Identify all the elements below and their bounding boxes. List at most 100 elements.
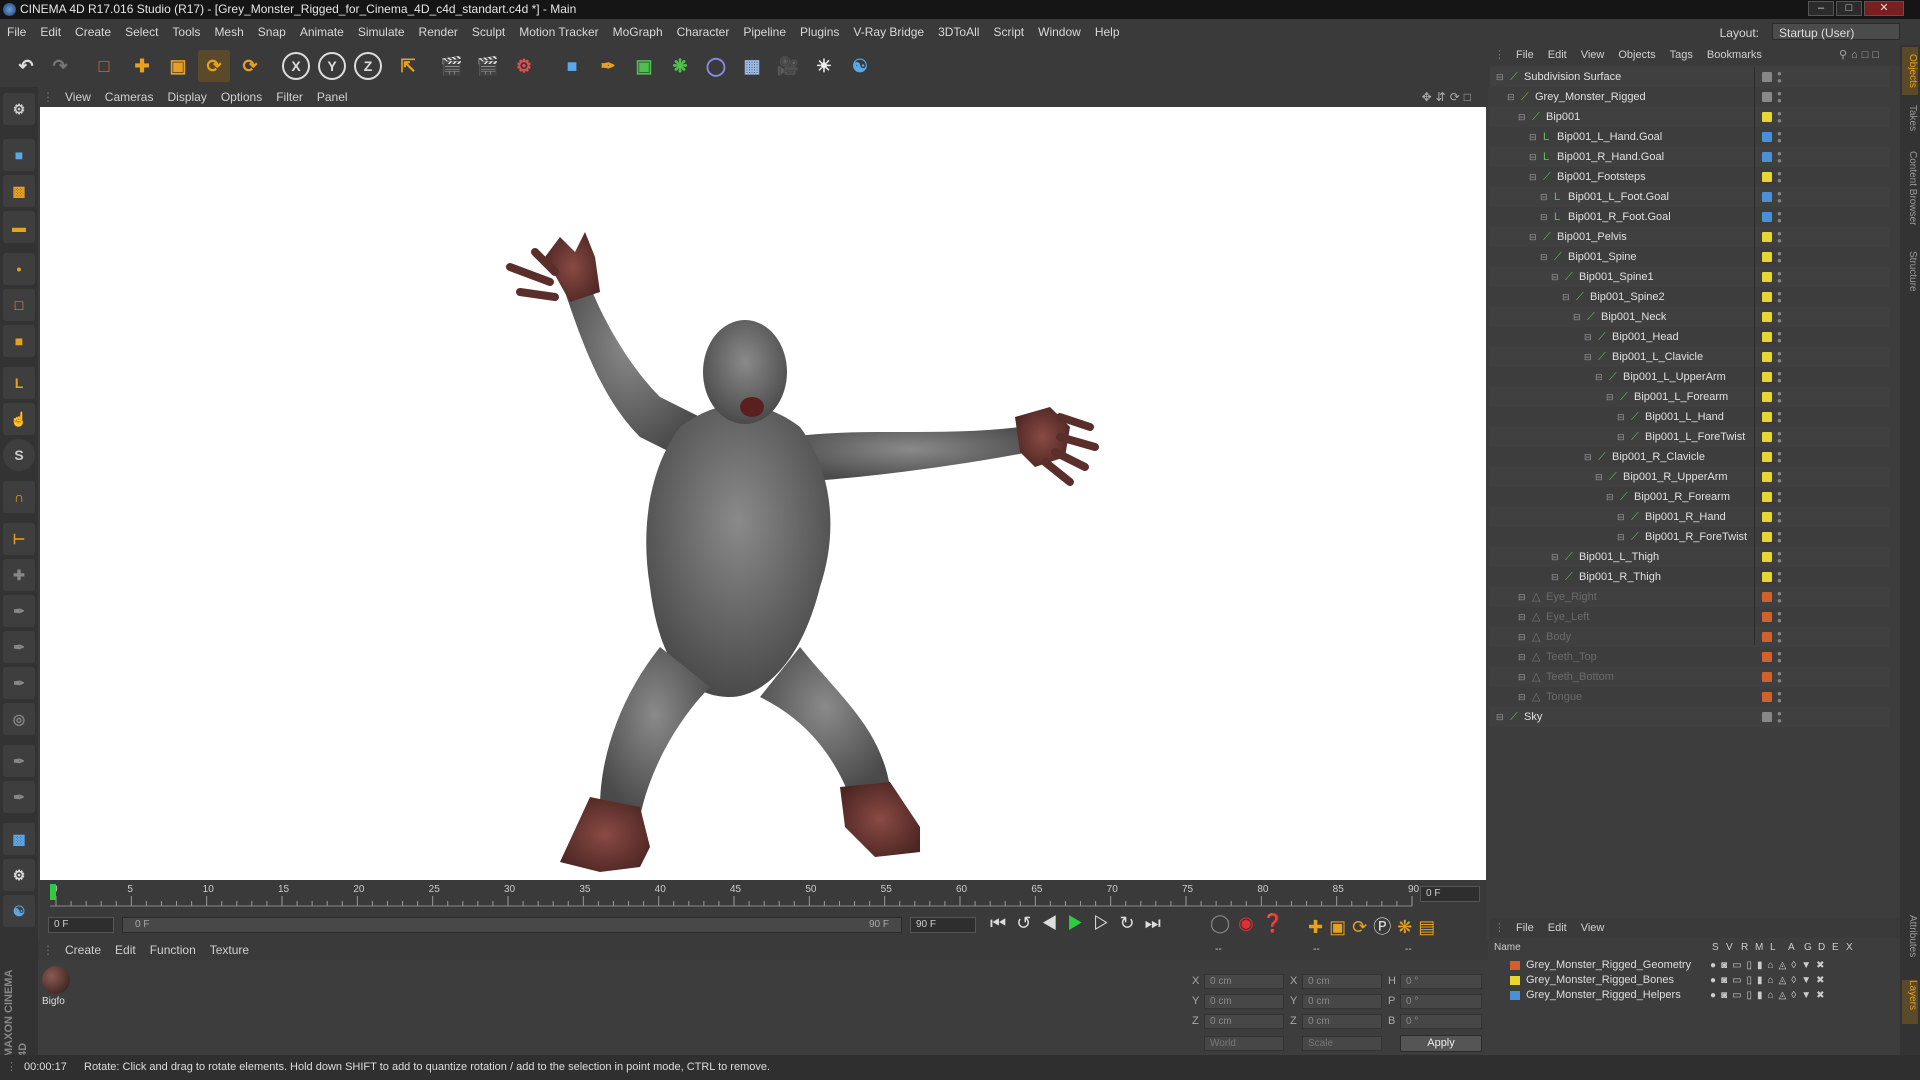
object-name[interactable]: Bip001_R_Hand (1645, 507, 1726, 527)
layer-color-swatch[interactable] (1762, 712, 1772, 722)
light-icon[interactable]: ☀ (808, 50, 840, 82)
menu-character[interactable]: Character (670, 19, 737, 45)
object-name[interactable]: Bip001_Pelvis (1557, 227, 1627, 247)
object-name[interactable]: Sky (1524, 707, 1542, 727)
world-dropdown[interactable]: World (1204, 1036, 1284, 1051)
expand-toggle-icon[interactable]: ⊟ (1518, 587, 1526, 607)
layer-color-swatch[interactable] (1762, 132, 1772, 142)
points-mode-icon[interactable]: • (3, 253, 35, 285)
menu-sculpt[interactable]: Sculpt (465, 19, 512, 45)
object-name[interactable]: Bip001_Neck (1601, 307, 1666, 327)
move-icon[interactable]: ✚ (126, 50, 158, 82)
redo-icon[interactable]: ↷ (44, 50, 76, 82)
expand-toggle-icon[interactable]: ⊟ (1529, 167, 1537, 187)
coordinate-system-icon[interactable]: ⇱ (392, 50, 424, 82)
object-row[interactable]: ⊟ ⟋ Bip001_Spine ● ● (1490, 247, 1890, 267)
expand-toggle-icon[interactable]: ⊟ (1606, 387, 1614, 407)
prev-key-icon[interactable]: ↺ (1016, 913, 1041, 933)
object-row[interactable]: ⊟ ⟋ Bip001_R_Forearm ● ● (1490, 487, 1890, 507)
material-swatch[interactable] (42, 966, 70, 994)
position-x-field[interactable]: 0 cm (1204, 974, 1284, 989)
layer-flag-icons[interactable]: ●◙▭▯▮⌂◬◊▼✖ (1710, 988, 1829, 1003)
expand-toggle-icon[interactable]: ⊟ (1617, 527, 1625, 547)
layer-color-swatch[interactable] (1762, 192, 1772, 202)
layer-color-swatch[interactable] (1762, 72, 1772, 82)
object-name[interactable]: Bip001_L_Hand.Goal (1557, 127, 1662, 147)
layer-color-swatch[interactable] (1762, 512, 1772, 522)
visibility-toggle-icon[interactable]: ● ● (1777, 690, 1782, 705)
start-frame-field[interactable]: 0 F (48, 917, 114, 933)
object-row[interactable]: ⊟ ⟋ Bip001_L_Forearm ● ● (1490, 387, 1890, 407)
end-frame-field[interactable]: 90 F (910, 917, 976, 933)
scale-icon[interactable]: ▣ (162, 50, 194, 82)
menu-simulate[interactable]: Simulate (351, 19, 412, 45)
object-row[interactable]: ⊟ ⟋ Bip001_L_Hand ● ● (1490, 407, 1890, 427)
key-rotation-icon[interactable]: ⟳ (1352, 917, 1373, 937)
position-y-field[interactable]: 0 cm (1204, 994, 1284, 1009)
visibility-toggle-icon[interactable]: ● ● (1777, 290, 1782, 305)
visibility-toggle-icon[interactable]: ● ● (1777, 470, 1782, 485)
expand-toggle-icon[interactable]: ⊟ (1529, 127, 1537, 147)
menu-script[interactable]: Script (986, 19, 1031, 45)
goto-start-icon[interactable]: ⏮ (990, 913, 1016, 933)
brush-icon[interactable]: ✒ (3, 745, 35, 777)
model-mode-icon[interactable]: ■ (3, 139, 35, 171)
object-menu-view[interactable]: View (1574, 45, 1612, 65)
object-row[interactable]: ⊟ ⟋ Bip001_Footsteps ● ● (1490, 167, 1890, 187)
goto-end-icon[interactable]: ⏭ (1145, 913, 1171, 933)
visibility-toggle-icon[interactable]: ● ● (1777, 390, 1782, 405)
python-icon[interactable]: ☯ (844, 50, 876, 82)
deformer-icon[interactable]: ◯ (700, 50, 732, 82)
object-row[interactable]: ⊟ ⟋ Bip001_Head ● ● (1490, 327, 1890, 347)
bind-tool-icon[interactable]: ✒ (3, 595, 35, 627)
menu-animate[interactable]: Animate (293, 19, 351, 45)
expand-toggle-icon[interactable]: ⊟ (1540, 207, 1548, 227)
position-z-field[interactable]: 0 cm (1204, 1014, 1284, 1029)
layer-color-swatch[interactable] (1510, 991, 1520, 1000)
object-name[interactable]: Body (1546, 627, 1571, 647)
object-row[interactable]: ⊟ ⟋ Bip001_R_Thigh ● ● (1490, 567, 1890, 587)
object-row[interactable]: ⊟ ⟋ Bip001_L_ForeTwist ● ● (1490, 427, 1890, 447)
layer-color-swatch[interactable] (1762, 92, 1772, 102)
expand-toggle-icon[interactable]: ⊟ (1584, 347, 1592, 367)
object-row[interactable]: ⊟ L Bip001_L_Foot.Goal ● ● (1490, 187, 1890, 207)
soft-selection-icon[interactable]: ⚙ (3, 859, 35, 891)
object-name[interactable]: Bip001_R_Forearm (1634, 487, 1730, 507)
play-icon[interactable]: ▶ (1067, 913, 1093, 933)
object-name[interactable]: Teeth_Bottom (1546, 667, 1614, 687)
array-icon[interactable]: ❋ (664, 50, 696, 82)
y-axis-lock-icon[interactable]: Y (318, 52, 346, 80)
menu-vray-bridge[interactable]: V-Ray Bridge (846, 19, 931, 45)
object-name[interactable]: Bip001_R_Foot.Goal (1568, 207, 1671, 227)
live-selection-icon[interactable]: □ (88, 50, 120, 82)
render-settings-icon[interactable]: ⚙ (508, 50, 540, 82)
visibility-toggle-icon[interactable]: ● ● (1777, 650, 1782, 665)
expand-toggle-icon[interactable]: ⊟ (1507, 87, 1515, 107)
expand-toggle-icon[interactable]: ⊟ (1595, 367, 1603, 387)
visibility-toggle-icon[interactable]: ● ● (1777, 630, 1782, 645)
material-menu-edit[interactable]: Edit (108, 940, 143, 960)
menu-motion-tracker[interactable]: Motion Tracker (512, 19, 605, 45)
object-name[interactable]: Bip001_Footsteps (1557, 167, 1646, 187)
menu-window[interactable]: Window (1031, 19, 1088, 45)
paint-tool-icon[interactable]: ◎ (3, 703, 35, 735)
object-name[interactable]: Bip001_R_Hand.Goal (1557, 147, 1664, 167)
visibility-toggle-icon[interactable]: ● ● (1777, 250, 1782, 265)
object-name[interactable]: Bip001_L_Hand (1645, 407, 1724, 427)
layer-color-swatch[interactable] (1510, 976, 1520, 985)
object-name[interactable]: Bip001_Head (1612, 327, 1679, 347)
menu-3dtoall[interactable]: 3DToAll (931, 19, 986, 45)
layer-color-swatch[interactable] (1762, 612, 1772, 622)
snap-icon[interactable]: S (3, 439, 35, 471)
next-frame-icon[interactable]: ▷ (1093, 913, 1119, 933)
visibility-toggle-icon[interactable]: ● ● (1777, 270, 1782, 285)
layer-menu-file[interactable]: File (1509, 918, 1541, 938)
object-name[interactable]: Grey_Monster_Rigged (1535, 87, 1646, 107)
tab-takes[interactable]: Takes (1902, 105, 1918, 145)
z-axis-lock-icon[interactable]: Z (354, 52, 382, 80)
expand-toggle-icon[interactable]: ⊟ (1595, 467, 1603, 487)
layer-row[interactable]: Grey_Monster_Rigged_Helpers ●◙▭▯▮⌂◬◊▼✖ (1490, 988, 1890, 1003)
object-name[interactable]: Eye_Left (1546, 607, 1589, 627)
expand-toggle-icon[interactable]: ⊟ (1518, 667, 1526, 687)
object-row[interactable]: ⊟ ⟋ Sky ● ● (1490, 707, 1890, 727)
